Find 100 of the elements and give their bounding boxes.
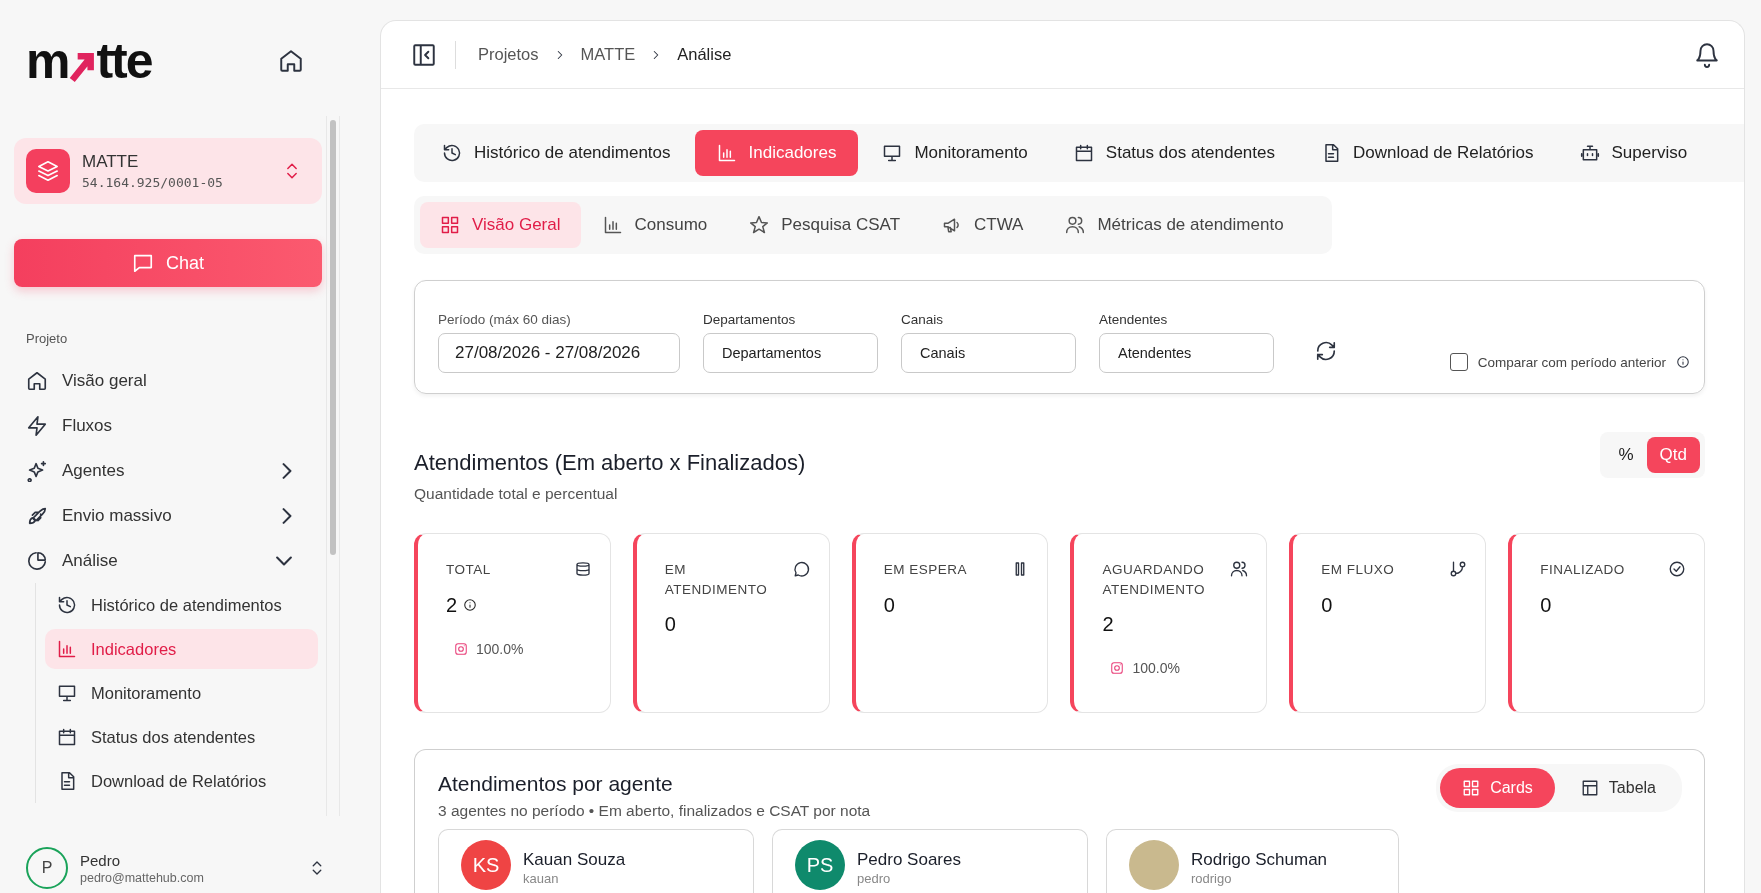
section-subtitle: 3 agentes no período • Em aberto, finalizados e CSAT por nota (438, 802, 871, 820)
star-icon (749, 215, 770, 235)
stat-label: TOTAL (446, 561, 491, 579)
subtab[interactable]: Visão Geral (420, 202, 581, 248)
filter-label: Canais (901, 311, 945, 327)
agent-username: kauan (523, 871, 560, 886)
bell-icon[interactable] (1694, 41, 1720, 68)
stat-label: FINALIZADO (1540, 561, 1625, 579)
calendar-icon (57, 727, 77, 747)
nav-subitem[interactable]: Download de Relatórios (45, 761, 318, 801)
workspace-id: 54.164.925/0001-05 (82, 175, 224, 190)
filter-field[interactable]: Departamentos (703, 332, 878, 373)
view-toggle-option[interactable]: Cards (1440, 768, 1555, 808)
tab[interactable]: Status dos atendentes (1051, 130, 1297, 176)
breadcrumb: Análise (677, 45, 732, 64)
filter-field[interactable]: Canais (901, 332, 1076, 373)
stat-value: 2 (1102, 613, 1114, 637)
bar-chart-icon (57, 639, 77, 659)
stat-value: 0 (1321, 593, 1333, 617)
stat-value: 2 (446, 593, 458, 617)
users-icon (1065, 215, 1086, 235)
bar-chart-icon (716, 143, 737, 163)
nav-item[interactable]: Fluxos (14, 403, 324, 448)
section-label: Projeto (26, 331, 69, 346)
subtab[interactable]: Consumo (582, 202, 728, 248)
layers-icon (26, 149, 70, 193)
tab[interactable]: Download de Relatórios (1299, 130, 1556, 176)
robot-icon (1579, 143, 1600, 163)
stat-label: EM ATENDIMENTO (664, 561, 769, 599)
refresh-icon[interactable] (1315, 340, 1337, 362)
agent-name: Rodrigo Schuman (1191, 850, 1328, 870)
history-icon (442, 143, 462, 163)
workspace-selector[interactable]: MATTE 54.164.925/0001-05 (14, 138, 322, 204)
calendar-icon (1073, 143, 1094, 163)
agent-avatar: KS (461, 840, 511, 890)
history-icon (57, 595, 77, 615)
lightning-icon (26, 414, 48, 437)
pie-chart-icon (26, 549, 48, 572)
nav-item[interactable]: Visão geral (14, 358, 324, 403)
filter-field[interactable]: 27/08/2026 - 27/08/2026 (438, 332, 680, 373)
nav-item[interactable]: Envio massivo (14, 493, 324, 538)
section-title: Atendimentos (Em aberto x Finalizados) (414, 450, 806, 476)
checkbox-label: Comparar com período anterior (1477, 354, 1666, 370)
nav-subitem[interactable]: Status dos atendentes (45, 717, 318, 757)
instagram-icon (1110, 661, 1125, 676)
stat-value: 0 (1540, 593, 1552, 617)
photo-placeholder (1129, 840, 1179, 890)
toggle-option[interactable]: % (1605, 437, 1647, 473)
view-toggle-option[interactable]: Tabela (1558, 768, 1678, 808)
megaphone-icon (942, 215, 962, 235)
tab[interactable]: Histórico de atendimentos (420, 130, 693, 176)
agent-card[interactable]: KS Kauan Souza kauan (438, 829, 754, 893)
filter-label: Atendentes (1099, 311, 1169, 327)
agent-username: pedro (857, 871, 892, 886)
user-menu[interactable]: P Pedro pedro@mattehub.com (26, 847, 326, 889)
scrollbar[interactable] (326, 116, 340, 816)
breadcrumb[interactable]: MATTE (580, 45, 636, 64)
instagram-icon (454, 641, 468, 656)
nav-item[interactable]: Agentes (14, 448, 324, 493)
sidebar-toggle-icon[interactable] (411, 41, 437, 68)
filter-label: Período (máx 60 dias) (438, 311, 572, 327)
nav-subitem[interactable]: Indicadores (45, 629, 318, 669)
toggle-option[interactable]: Qtd (1646, 437, 1700, 473)
info-icon (463, 598, 478, 613)
stat-label: EM ESPERA (883, 561, 967, 579)
filter-field[interactable]: Atendentes (1099, 332, 1274, 373)
agent-name: Pedro Soares (857, 850, 961, 870)
nav-subitem[interactable]: Monitoramento (45, 673, 318, 713)
tab[interactable]: Monitoramento (860, 130, 1050, 176)
home-icon (26, 369, 48, 392)
matte-logo: m tte (26, 36, 152, 86)
breadcrumb[interactable]: Projetos (478, 45, 539, 64)
database-icon (573, 560, 592, 578)
tab[interactable]: Superviso (1557, 130, 1710, 176)
section-title: Atendimentos por agente (438, 772, 674, 796)
agent-card[interactable]: PS Pedro Soares pedro (772, 829, 1088, 893)
stat-label: AGUARDANDO ATENDIMENTO (1102, 561, 1206, 599)
section-subtitle: Quantidade total e percentual (414, 485, 619, 503)
tab[interactable]: Indicadores (694, 130, 859, 176)
agent-avatar: PS (795, 840, 845, 890)
nav-item[interactable]: Análise (14, 538, 324, 583)
stat-value: 0 (664, 613, 676, 637)
branch-icon (1449, 560, 1468, 578)
subtab[interactable]: CTWA (922, 202, 1044, 248)
user-name: Pedro (80, 851, 122, 869)
agent-username: rodrigo (1191, 871, 1233, 886)
subtab[interactable]: Métricas de atendimento (1045, 202, 1304, 248)
checkbox[interactable] (1449, 353, 1468, 371)
monitor-icon (57, 683, 77, 703)
bar-chart-icon (602, 215, 623, 235)
share-value: 100.0% (1132, 660, 1180, 677)
agent-card[interactable]: Rodrigo Schuman rodrigo (1106, 829, 1399, 893)
grid-icon (1462, 779, 1481, 797)
user-avatar: P (26, 847, 68, 889)
monitor-icon (882, 143, 903, 163)
subtab[interactable]: Pesquisa CSAT (729, 202, 920, 248)
home-icon[interactable] (278, 48, 304, 74)
filter-label: Departamentos (703, 311, 797, 327)
share-value: 100.0% (476, 640, 524, 657)
nav-subitem[interactable]: Histórico de atendimentos (45, 585, 318, 625)
